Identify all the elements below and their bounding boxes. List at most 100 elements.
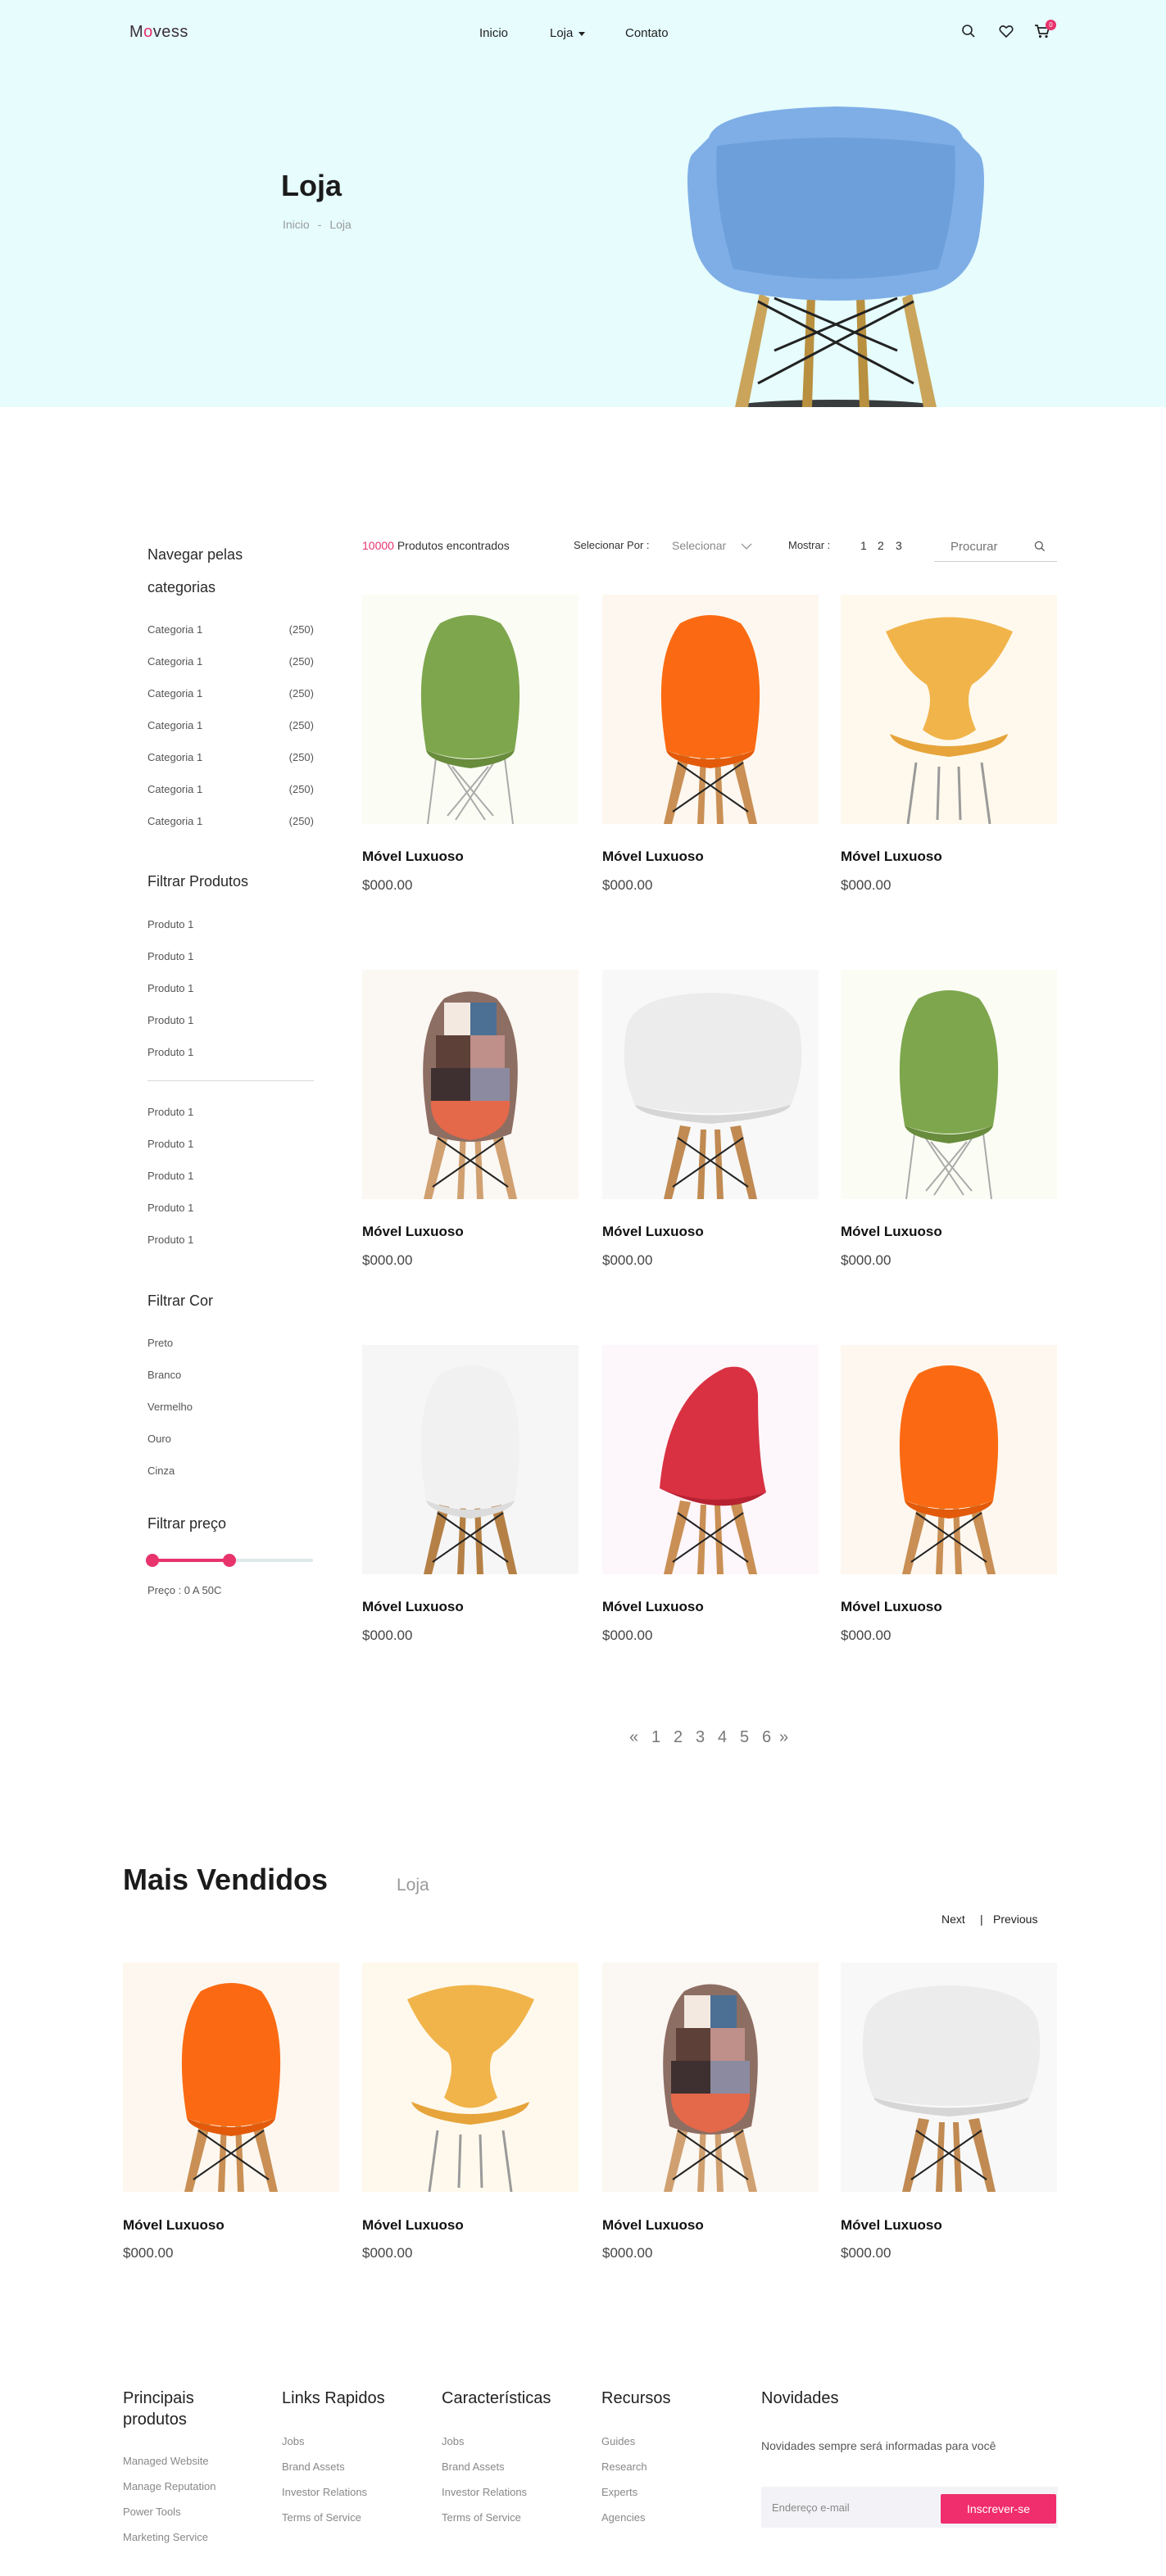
category-item[interactable]: Categoria 1 (250) [147, 751, 314, 763]
bestsellers-previous-button[interactable]: Previous [993, 1913, 1037, 1926]
footer-link[interactable]: Experts [601, 2486, 637, 2498]
bestseller-card[interactable] [602, 1963, 819, 2192]
footer-link[interactable]: Investor Relations [442, 2486, 527, 2498]
category-item[interactable]: Categoria 1 (250) [147, 623, 314, 636]
footer-link[interactable]: Brand Assets [282, 2461, 345, 2473]
footer-link[interactable]: Research [601, 2461, 647, 2473]
pagination-prev[interactable]: « [629, 1728, 638, 1747]
product-image[interactable] [362, 1345, 578, 1574]
product-card[interactable] [602, 1345, 819, 1574]
product-card[interactable] [362, 1345, 578, 1574]
category-item[interactable]: Categoria 1 (250) [147, 655, 314, 668]
category-item[interactable]: Categoria 1 (250) [147, 687, 314, 699]
footer-link[interactable]: Investor Relations [282, 2486, 367, 2498]
product-filter-item[interactable]: Produto 1 [147, 1234, 193, 1246]
product-name[interactable]: Móvel Luxuoso [841, 1224, 942, 1240]
footer-link[interactable]: Brand Assets [442, 2461, 505, 2473]
pagination-next[interactable]: » [779, 1728, 788, 1747]
email-field[interactable] [772, 2498, 936, 2516]
product-card[interactable] [362, 595, 578, 824]
category-item[interactable]: Categoria 1 (250) [147, 815, 314, 827]
bestsellers-next-button[interactable]: Next [941, 1913, 965, 1926]
bestseller-card[interactable] [123, 1963, 339, 2192]
pagination-page[interactable]: 3 [696, 1728, 705, 1747]
pagination-page[interactable]: 1 [651, 1728, 660, 1747]
product-name[interactable]: Móvel Luxuoso [362, 849, 464, 865]
product-image[interactable] [602, 970, 819, 1199]
product-name[interactable]: Móvel Luxuoso [841, 2217, 942, 2234]
product-image[interactable] [362, 1963, 578, 2192]
pagination-page[interactable]: 5 [740, 1728, 749, 1747]
product-name[interactable]: Móvel Luxuoso [362, 1224, 464, 1240]
product-image[interactable] [602, 1963, 819, 2192]
product-image[interactable] [362, 970, 578, 1199]
product-name[interactable]: Móvel Luxuoso [123, 2217, 225, 2234]
search-icon[interactable] [960, 23, 977, 39]
product-image[interactable] [841, 970, 1057, 1199]
logo[interactable]: Movess [129, 23, 188, 42]
footer-link[interactable]: Managed Website [123, 2455, 209, 2467]
product-name[interactable]: Móvel Luxuoso [841, 1599, 942, 1615]
footer-link[interactable]: Power Tools [123, 2506, 181, 2518]
category-item[interactable]: Categoria 1 (250) [147, 719, 314, 731]
footer-link[interactable]: Marketing Service [123, 2531, 208, 2543]
product-image[interactable] [841, 595, 1057, 824]
heart-icon[interactable] [998, 23, 1014, 39]
product-card[interactable] [841, 595, 1057, 824]
footer-link[interactable]: Manage Reputation [123, 2480, 216, 2492]
breadcrumb-inicio[interactable]: Inicio [283, 218, 310, 231]
product-image[interactable] [123, 1963, 339, 2192]
bestseller-card[interactable] [362, 1963, 578, 2192]
pagination-page[interactable]: 6 [762, 1728, 771, 1747]
footer-link[interactable]: Jobs [282, 2435, 304, 2447]
subscribe-button[interactable]: Inscrever-se [941, 2494, 1056, 2524]
product-name[interactable]: Móvel Luxuoso [602, 849, 704, 865]
footer-link[interactable]: Terms of Service [282, 2511, 361, 2524]
product-image[interactable] [841, 1963, 1057, 2192]
pagination-page[interactable]: 4 [718, 1728, 727, 1747]
color-filter-item[interactable]: Preto [147, 1337, 173, 1349]
product-card[interactable] [602, 595, 819, 824]
sort-select[interactable]: Selecionar [672, 539, 752, 552]
product-image[interactable] [602, 1345, 819, 1574]
product-card[interactable] [362, 970, 578, 1199]
product-filter-item[interactable]: Produto 1 [147, 1202, 193, 1214]
product-card[interactable] [841, 1345, 1057, 1574]
category-item[interactable]: Categoria 1 (250) [147, 783, 314, 795]
pagination-page[interactable]: 2 [674, 1728, 683, 1747]
color-filter-item[interactable]: Vermelho [147, 1401, 193, 1413]
product-image[interactable] [362, 595, 578, 824]
nav-inicio[interactable]: Inicio [479, 26, 508, 40]
footer-link[interactable]: Agencies [601, 2511, 645, 2524]
footer-link[interactable]: Jobs [442, 2435, 464, 2447]
color-filter-item[interactable]: Ouro [147, 1433, 171, 1445]
product-filter-item[interactable]: Produto 1 [147, 918, 193, 930]
product-filter-item[interactable]: Produto 1 [147, 1138, 193, 1150]
search-icon[interactable] [1033, 540, 1046, 553]
show-option-1[interactable]: 1 [860, 539, 867, 552]
product-name[interactable]: Móvel Luxuoso [362, 1599, 464, 1615]
footer-link[interactable]: Guides [601, 2435, 635, 2447]
color-filter-item[interactable]: Branco [147, 1369, 181, 1381]
footer-link[interactable]: Terms of Service [442, 2511, 521, 2524]
nav-loja[interactable]: Loja [550, 26, 586, 40]
show-option-3[interactable]: 3 [896, 539, 902, 552]
product-filter-item[interactable]: Produto 1 [147, 982, 193, 994]
bestseller-card[interactable] [841, 1963, 1057, 2192]
product-image[interactable] [841, 1345, 1057, 1574]
price-range-max-handle[interactable] [223, 1554, 237, 1567]
product-filter-item[interactable]: Produto 1 [147, 1046, 193, 1058]
product-card[interactable] [841, 970, 1057, 1199]
product-name[interactable]: Móvel Luxuoso [602, 1224, 704, 1240]
price-range-min-handle[interactable] [146, 1554, 159, 1567]
product-name[interactable]: Móvel Luxuoso [841, 849, 942, 865]
show-option-2[interactable]: 2 [878, 539, 884, 552]
product-name[interactable]: Móvel Luxuoso [602, 1599, 704, 1615]
product-image[interactable] [602, 595, 819, 824]
product-filter-item[interactable]: Produto 1 [147, 950, 193, 962]
nav-contato[interactable]: Contato [625, 26, 669, 40]
product-filter-item[interactable]: Produto 1 [147, 1014, 193, 1026]
color-filter-item[interactable]: Cinza [147, 1465, 175, 1477]
product-name[interactable]: Móvel Luxuoso [602, 2217, 704, 2234]
product-card[interactable] [602, 970, 819, 1199]
